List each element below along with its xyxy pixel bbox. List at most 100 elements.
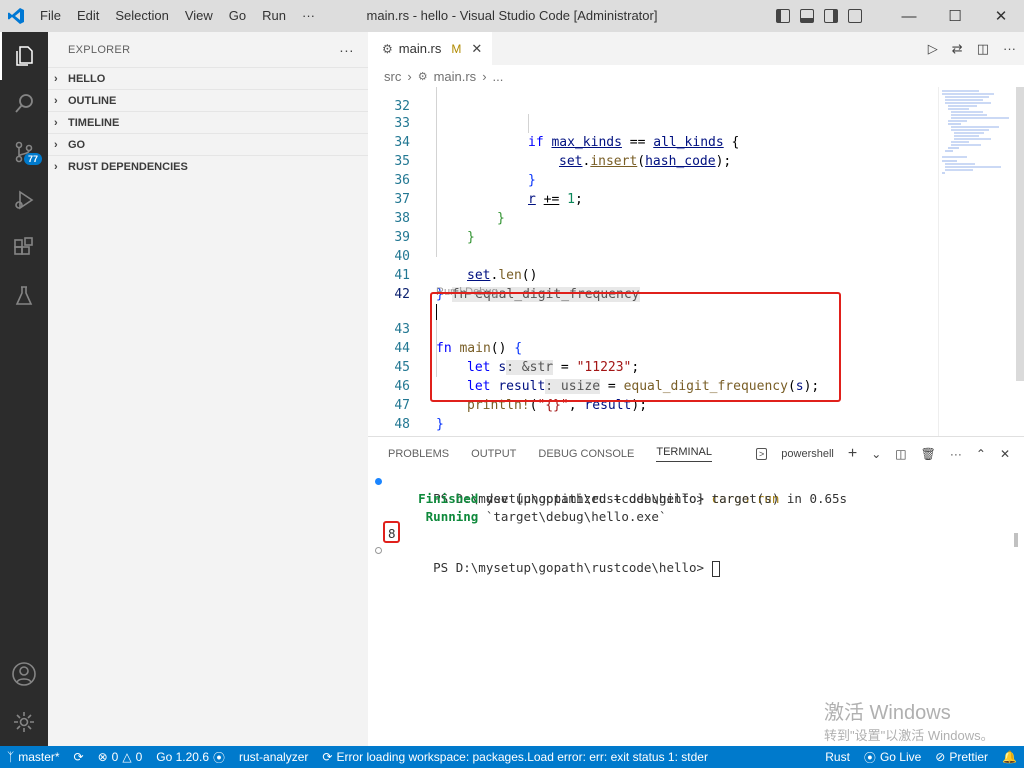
tab-terminal[interactable]: TERMINAL xyxy=(656,446,712,462)
explorer-sidebar: EXPLORER ··· › HELLO › OUTLINE › TIMELIN… xyxy=(48,32,368,746)
close-button[interactable]: ✕ xyxy=(978,0,1024,32)
extensions-icon[interactable] xyxy=(0,224,48,272)
branch-indicator[interactable]: ᛉ master* xyxy=(0,750,67,764)
trash-icon[interactable]: 🗑 xyxy=(921,447,936,461)
accounts-icon[interactable] xyxy=(0,650,48,698)
chevron-down-icon[interactable]: ⌄ xyxy=(871,447,881,461)
customize-layout-icon[interactable] xyxy=(848,9,862,23)
more-actions-icon[interactable]: ··· xyxy=(1003,41,1016,56)
section-hello[interactable]: › HELLO xyxy=(48,67,368,89)
watermark-title: 激活 Windows xyxy=(824,702,951,724)
close-panel-icon[interactable]: ✕ xyxy=(1000,447,1010,461)
terminal-icon: > xyxy=(756,448,768,460)
tab-modified-badge: M xyxy=(451,41,462,56)
minimize-button[interactable]: — xyxy=(886,0,932,32)
shell-name[interactable]: powershell xyxy=(781,448,834,460)
tab-debug-console[interactable]: DEBUG CONSOLE xyxy=(538,448,634,460)
settings-gear-icon[interactable] xyxy=(0,698,48,746)
code-line: 38 } xyxy=(368,190,936,245)
chevron-right-icon: › xyxy=(54,160,58,173)
sync-button[interactable]: ⟳ xyxy=(67,750,91,764)
breadcrumb-symbol[interactable]: ... xyxy=(493,69,504,84)
sidebar-title: EXPLORER xyxy=(68,43,131,56)
editor-group: ⚙ main.rs M ✕ ▷ ⇄ ◫ ··· src › ⚙ main.rs … xyxy=(368,32,1024,436)
notifications-bell-icon[interactable]: 🔔 xyxy=(995,750,1024,764)
sidebar-more-button[interactable]: ··· xyxy=(339,42,354,58)
branch-name: master* xyxy=(18,750,60,764)
section-label: GO xyxy=(68,138,86,151)
problems-indicator[interactable]: ⊗ 0 △ 0 xyxy=(91,750,150,764)
section-rust-dependencies[interactable]: › RUST DEPENDENCIES xyxy=(48,155,368,177)
section-outline[interactable]: › OUTLINE xyxy=(48,89,368,111)
rust-file-icon: ⚙ xyxy=(382,41,393,56)
source-control-icon[interactable]: 77 xyxy=(0,128,48,176)
section-go[interactable]: › GO xyxy=(48,133,368,155)
explorer-icon[interactable] xyxy=(0,32,48,80)
section-label: OUTLINE xyxy=(68,94,117,107)
menu-edit[interactable]: Edit xyxy=(69,0,107,32)
terminal-line: 8 xyxy=(374,525,1014,542)
chevron-right-icon: › xyxy=(54,138,58,151)
chevron-right-icon: › xyxy=(54,72,58,85)
breadcrumb-src[interactable]: src xyxy=(384,69,401,84)
terminal-cursor xyxy=(711,560,720,577)
maximize-panel-icon[interactable]: ⌃ xyxy=(976,447,986,461)
go-version[interactable]: Go 1.20.6 ⦿ xyxy=(149,749,232,766)
rust-analyzer-status[interactable]: rust-analyzer xyxy=(232,750,315,764)
menu-file[interactable]: File xyxy=(32,0,69,32)
search-icon[interactable] xyxy=(0,80,48,128)
code-line: 36 r += 1; xyxy=(368,152,936,207)
workspace-error-message[interactable]: ⟳ Error loading workspace: packages.Load… xyxy=(315,750,715,764)
new-terminal-icon[interactable]: + xyxy=(848,445,857,463)
tab-output[interactable]: OUTPUT xyxy=(471,448,516,460)
terminal-output[interactable]: PS D:\mysetup\gopath\rustcode\hello> car… xyxy=(374,473,1014,577)
error-icon: ⊗ xyxy=(97,750,108,764)
prettier-status[interactable]: ⊘ Prettier xyxy=(928,750,995,764)
chevron-right-icon: › xyxy=(407,68,412,84)
toggle-secondary-sidebar-icon[interactable] xyxy=(824,9,838,23)
vscode-logo-icon xyxy=(0,0,32,32)
breadcrumb-file[interactable]: main.rs xyxy=(434,69,477,84)
line-number: 48 xyxy=(394,417,410,432)
more-actions-icon[interactable]: ··· xyxy=(950,447,962,461)
toggle-primary-sidebar-icon[interactable] xyxy=(776,9,790,23)
terminal-line: PS D:\mysetup\gopath\rustcode\hello> xyxy=(374,542,1014,577)
chevron-right-icon: › xyxy=(54,116,58,129)
maximize-button[interactable]: ☐ xyxy=(932,0,978,32)
go-live-button[interactable]: ⦿ Go Live xyxy=(857,749,928,766)
menu-run[interactable]: Run xyxy=(254,0,294,32)
menu-more[interactable]: ··· xyxy=(294,0,323,32)
terminal-scrollbar[interactable] xyxy=(1014,533,1018,547)
vertical-scrollbar[interactable] xyxy=(1016,87,1024,381)
code-line: 39 xyxy=(368,209,936,245)
run-file-icon[interactable]: ▷ xyxy=(928,41,938,57)
branch-icon: ᛉ xyxy=(7,750,15,764)
section-label: HELLO xyxy=(68,72,106,85)
tab-problems[interactable]: PROBLEMS xyxy=(388,448,449,460)
menu-view[interactable]: View xyxy=(177,0,221,32)
tab-close-icon[interactable]: ✕ xyxy=(471,41,482,57)
menu-go[interactable]: Go xyxy=(221,0,254,32)
running-text: `target\debug\hello.exe` xyxy=(478,508,667,524)
tab-main-rs[interactable]: ⚙ main.rs M ✕ xyxy=(368,32,493,65)
warning-count: 0 xyxy=(135,750,143,764)
terminal-line: PS D:\mysetup\gopath\rustcode\hello> car… xyxy=(374,473,1014,506)
split-editor-icon[interactable]: ◫ xyxy=(977,41,989,57)
running-word: Running xyxy=(425,508,479,524)
code-line: 42 xyxy=(368,266,936,323)
language-mode[interactable]: Rust xyxy=(818,750,857,764)
testing-icon[interactable] xyxy=(0,272,48,320)
error-count: 0 xyxy=(111,750,119,764)
minimap[interactable] xyxy=(938,87,1016,436)
split-terminal-icon[interactable]: ◫ xyxy=(895,447,906,461)
code-line: 40 set.len() xyxy=(368,228,936,283)
indent-guide xyxy=(528,114,529,133)
section-timeline[interactable]: › TIMELINE xyxy=(48,111,368,133)
compare-changes-icon[interactable]: ⇄ xyxy=(952,41,963,57)
code-line: 33 if max_kinds == all_kinds { xyxy=(368,95,936,150)
run-debug-icon[interactable] xyxy=(0,176,48,224)
menu-selection[interactable]: Selection xyxy=(107,0,176,32)
tab-bar: ⚙ main.rs M ✕ ▷ ⇄ ◫ ··· xyxy=(368,32,1024,65)
toggle-panel-icon[interactable] xyxy=(800,9,814,23)
prohibited-icon: ⊘ xyxy=(935,750,946,764)
